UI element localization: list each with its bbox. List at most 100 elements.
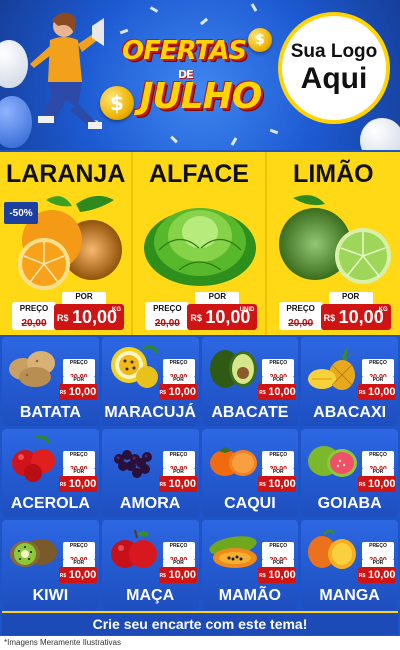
product-card: PREÇO20,00PORR$10,00CAQUI [201,428,299,518]
old-price-box: PREÇO20,00 [162,542,195,564]
new-price-box: R$ 10,00 [58,567,97,584]
price-por-label: POR [162,468,195,476]
new-price-value: 10,00 [68,477,97,490]
product-name: MAMÃO [218,586,281,604]
currency: R$ [359,573,366,580]
price-por-label: POR [62,377,95,384]
product-name: MAÇA [126,586,175,604]
currency: R$ [259,573,266,580]
price-por-label: POR [162,560,195,568]
old-price-label: PREÇO [69,451,88,458]
new-price-box: R$ 10,00 [58,384,97,400]
new-price-box: R$ 10,00 KG [320,304,391,330]
product-card: PREÇO20,00PORR$10,00MAÇA [101,520,199,609]
new-price-box: R$ 10,00 [258,475,297,492]
product-grid: PREÇO20,00PORR$10,00BATATAPREÇO20,00PORR… [2,337,398,609]
old-price-box: PREÇO20,00 [362,359,394,381]
acerola-icon [12,434,55,482]
guava-icon [308,445,358,477]
new-price-value: 10,00 [68,386,97,398]
old-price-box: PREÇO 20,00 [145,302,190,330]
confetti [170,135,178,144]
currency: R$ [259,481,266,488]
product-name: ALFACE [148,160,249,188]
pineapple-icon [308,343,356,390]
product-name: CAQUI [224,495,276,513]
new-price-box: R$ 10,00 [358,567,396,584]
product-name: BATATA [19,403,81,421]
price-tag: PREÇO20,00PORR$10,00 [58,450,97,493]
new-price-value: 10,00 [368,569,396,582]
new-price-box: R$ 10,00 [158,567,197,584]
price-tag: PREÇO20,00PORR$10,00 [258,542,297,584]
price-tag: PREÇO20,00PORR$10,00 [258,359,297,401]
product-card: PREÇO20,00PORR$10,00MARACUJÁ [101,337,199,426]
price-por-label: POR [328,292,373,304]
cta-banner[interactable]: Crie seu encarte com este tema! [2,611,398,635]
product-card: PREÇO20,00PORR$10,00ABACATE [201,337,299,426]
price-por-label: POR [262,468,295,476]
price-por-label: POR [262,377,295,384]
old-price-box: PREÇO20,00 [362,542,394,564]
old-price-value: 20,00 [154,318,180,329]
lime-icon [278,195,391,284]
old-price-value: 20,00 [288,318,314,329]
old-price-box: PREÇO20,00 [62,450,95,473]
old-price-label: PREÇO [369,451,387,458]
price-unit: UNID [239,307,255,313]
price-tag: PREÇO20,00PORR$10,00 [58,359,97,401]
new-price-value: 10,00 [268,386,296,398]
new-price-value: 10,00 [168,477,197,490]
product-name: MANGA [319,586,380,604]
price-por-label: POR [362,560,394,568]
currency: R$ [57,313,69,323]
old-price-label: PREÇO [369,543,387,550]
kiwi-icon [10,539,57,568]
product-card: PREÇO20,00PORR$10,00 BATATA [2,337,99,426]
currency: R$ [159,573,166,580]
disclaimer-text: *Imagens Meramente Ilustrativas [0,636,400,650]
logo-text-line1: Sua Logo [290,41,378,62]
new-price-value: 10,00 [368,477,396,490]
featured-products: LARANJA -50% POR PREÇO 20,00 R$ 10,00 KG… [0,152,400,335]
new-price-value: 10,00 [268,569,296,582]
price-por-label: POR [62,292,106,304]
product-card: PREÇO20,00PORR$10,00MAMÃO [201,520,299,609]
new-price-value: 10,00 [168,569,197,582]
old-price-label: PREÇO [69,360,88,366]
price-tag: POR PREÇO 20,00 R$ 10,00 KG [12,292,124,332]
price-tag: PREÇO20,00PORR$10,00 [258,450,297,493]
currency: R$ [190,313,202,323]
new-price-box: R$ 10,00 KG [54,304,124,330]
product-name: LIMÃO [293,160,374,188]
lettuce-icon [144,208,257,286]
old-price-label: PREÇO [269,451,288,458]
balloon-icon [360,118,400,150]
price-tag: PREÇO20,00PORR$10,00 [158,542,197,584]
old-price-label: PREÇO [269,543,288,550]
product-card: PREÇO20,00PORR$10,00KIWI [2,520,99,609]
new-price-value: 10,00 [268,477,296,490]
price-por-label: POR [195,292,240,304]
product-name: GOIABA [317,495,382,513]
old-price-label: PREÇO [153,304,182,313]
new-price-box: R$ 10,00 [158,384,197,400]
price-unit: KG [112,307,121,313]
old-price-label: PREÇO [169,543,188,550]
old-price-box: PREÇO20,00 [62,359,95,381]
product-card: PREÇO20,00PORR$10,00AMORA [101,428,199,518]
coin-icon: $ [100,86,134,120]
new-price-box: R$ 10,00 [258,567,297,584]
price-tag: PREÇO20,00PORR$10,00 [358,542,396,584]
old-price-box: PREÇO20,00 [62,542,95,564]
price-por-label: POR [262,560,295,568]
price-tag: PREÇO20,00PORR$10,00 [358,450,396,493]
old-price-label: PREÇO [286,304,315,313]
price-por-label: POR [362,468,394,476]
product-name: MARACUJÁ [104,403,196,421]
price-tag: PREÇO20,00PORR$10,00 [58,542,97,584]
currency: R$ [323,313,336,323]
product-name: LARANJA [5,160,126,188]
price-por-label: POR [162,377,195,384]
coin-icon: $ [248,28,272,52]
